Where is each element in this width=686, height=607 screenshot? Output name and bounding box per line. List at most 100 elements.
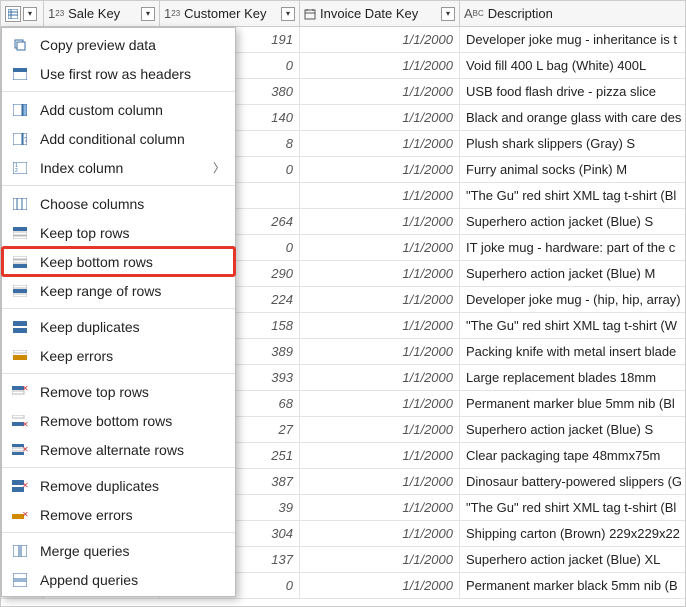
menu-label: Remove duplicates — [40, 478, 159, 494]
cell-description[interactable]: Shipping carton (Brown) 229x229x22 — [460, 521, 685, 546]
menu-index-column[interactable]: 12 Index column 〉 — [2, 153, 235, 182]
cell-description[interactable]: "The Gu" red shirt XML tag t-shirt (W — [460, 313, 685, 338]
menu-remove-duplicates[interactable]: ✕ Remove duplicates — [2, 471, 235, 500]
menu-label: Remove alternate rows — [40, 442, 184, 458]
cell-invoice-date[interactable]: 1/1/2000 — [300, 235, 460, 260]
svg-text:✕: ✕ — [22, 445, 28, 454]
cell-invoice-date[interactable]: 1/1/2000 — [300, 79, 460, 104]
column-header-sale-key[interactable]: 123 Sale Key ▾ — [44, 1, 160, 26]
menu-label: Choose columns — [40, 196, 144, 212]
remove-top-icon: ✕ — [10, 383, 30, 401]
menu-keep-bottom-rows[interactable]: Keep bottom rows — [2, 247, 235, 276]
cell-description[interactable]: Superhero action jacket (Blue) S — [460, 209, 685, 234]
column-header-description[interactable]: ABC Description — [460, 1, 685, 26]
menu-label: Append queries — [40, 572, 138, 588]
menu-use-first-row[interactable]: Use first row as headers — [2, 59, 235, 88]
cell-invoice-date[interactable]: 1/1/2000 — [300, 53, 460, 78]
cell-invoice-date[interactable]: 1/1/2000 — [300, 339, 460, 364]
cell-invoice-date[interactable]: 1/1/2000 — [300, 131, 460, 156]
cell-invoice-date[interactable]: 1/1/2000 — [300, 391, 460, 416]
conditional-column-icon: ? — [10, 130, 30, 148]
cell-invoice-date[interactable]: 1/1/2000 — [300, 417, 460, 442]
svg-text:✕: ✕ — [22, 481, 28, 490]
menu-label: Use first row as headers — [40, 66, 191, 82]
cell-invoice-date[interactable]: 1/1/2000 — [300, 261, 460, 286]
cell-description[interactable]: IT joke mug - hardware: part of the c — [460, 235, 685, 260]
menu-copy-preview[interactable]: Copy preview data — [2, 30, 235, 59]
svg-text:✕: ✕ — [22, 420, 28, 427]
menu-separator — [2, 467, 235, 468]
menu-separator — [2, 91, 235, 92]
cell-description[interactable]: Developer joke mug - inheritance is t — [460, 27, 685, 52]
cell-description[interactable]: USB food flash drive - pizza slice — [460, 79, 685, 104]
chevron-down-icon[interactable]: ▾ — [23, 7, 37, 21]
menu-label: Merge queries — [40, 543, 130, 559]
menu-label: Keep top rows — [40, 225, 130, 241]
table-context-menu: Copy preview data Use first row as heade… — [1, 27, 236, 597]
cell-description[interactable]: Clear packaging tape 48mmx75m — [460, 443, 685, 468]
cell-description[interactable]: Black and orange glass with care des — [460, 105, 685, 130]
menu-keep-errors[interactable]: Keep errors — [2, 341, 235, 370]
cell-invoice-date[interactable]: 1/1/2000 — [300, 573, 460, 598]
menu-remove-bottom-rows[interactable]: ✕ Remove bottom rows — [2, 406, 235, 435]
column-header-invoice-date[interactable]: Invoice Date Key ▾ — [300, 1, 460, 26]
cell-description[interactable]: "The Gu" red shirt XML tag t-shirt (Bl — [460, 495, 685, 520]
menu-append-queries[interactable]: Append queries — [2, 565, 235, 594]
menu-add-custom-column[interactable]: Add custom column — [2, 95, 235, 124]
cell-description[interactable]: Furry animal socks (Pink) M — [460, 157, 685, 182]
menu-merge-queries[interactable]: Merge queries — [2, 536, 235, 565]
cell-description[interactable]: Large replacement blades 18mm — [460, 365, 685, 390]
cell-description[interactable]: Dinosaur battery-powered slippers (G — [460, 469, 685, 494]
menu-keep-range-rows[interactable]: Keep range of rows — [2, 276, 235, 305]
menu-label: Copy preview data — [40, 37, 156, 53]
add-column-icon — [10, 101, 30, 119]
cell-invoice-date[interactable]: 1/1/2000 — [300, 27, 460, 52]
date-type-icon — [304, 8, 316, 20]
cell-description[interactable]: Permanent marker black 5mm nib (B — [460, 573, 685, 598]
text-type-icon: ABC — [464, 6, 484, 21]
chevron-down-icon[interactable]: ▾ — [141, 7, 155, 21]
cell-invoice-date[interactable]: 1/1/2000 — [300, 365, 460, 390]
remove-duplicates-icon: ✕ — [10, 477, 30, 495]
number-type-icon: 123 — [48, 6, 64, 21]
cell-invoice-date[interactable]: 1/1/2000 — [300, 521, 460, 546]
svg-text:?: ? — [24, 137, 27, 144]
svg-text:2: 2 — [15, 168, 18, 174]
cell-description[interactable]: Plush shark slippers (Gray) S — [460, 131, 685, 156]
cell-description[interactable]: Superhero action jacket (Blue) S — [460, 417, 685, 442]
cell-description[interactable]: Permanent marker blue 5mm nib (Bl — [460, 391, 685, 416]
keep-top-icon — [10, 224, 30, 242]
column-header-customer-key[interactable]: 123 Customer Key ▾ — [160, 1, 300, 26]
chevron-down-icon[interactable]: ▾ — [441, 7, 455, 21]
cell-invoice-date[interactable]: 1/1/2000 — [300, 495, 460, 520]
cell-invoice-date[interactable]: 1/1/2000 — [300, 547, 460, 572]
chevron-down-icon[interactable]: ▾ — [281, 7, 295, 21]
menu-remove-top-rows[interactable]: ✕ Remove top rows — [2, 377, 235, 406]
cell-invoice-date[interactable]: 1/1/2000 — [300, 287, 460, 312]
menu-keep-top-rows[interactable]: Keep top rows — [2, 218, 235, 247]
cell-description[interactable]: Superhero action jacket (Blue) M — [460, 261, 685, 286]
cell-description[interactable]: Superhero action jacket (Blue) XL — [460, 547, 685, 572]
column-label: Invoice Date Key — [320, 6, 418, 21]
cell-description[interactable]: "The Gu" red shirt XML tag t-shirt (Bl — [460, 183, 685, 208]
menu-remove-alternate-rows[interactable]: ✕ Remove alternate rows — [2, 435, 235, 464]
cell-invoice-date[interactable]: 1/1/2000 — [300, 313, 460, 338]
cell-invoice-date[interactable]: 1/1/2000 — [300, 183, 460, 208]
table-icon — [5, 6, 21, 22]
column-label: Sale Key — [68, 6, 120, 21]
merge-icon — [10, 542, 30, 560]
cell-invoice-date[interactable]: 1/1/2000 — [300, 469, 460, 494]
cell-invoice-date[interactable]: 1/1/2000 — [300, 443, 460, 468]
cell-invoice-date[interactable]: 1/1/2000 — [300, 209, 460, 234]
menu-keep-duplicates[interactable]: Keep duplicates — [2, 312, 235, 341]
cell-description[interactable]: Developer joke mug - (hip, hip, array) — [460, 287, 685, 312]
menu-choose-columns[interactable]: Choose columns — [2, 189, 235, 218]
keep-errors-icon — [10, 347, 30, 365]
cell-invoice-date[interactable]: 1/1/2000 — [300, 157, 460, 182]
table-corner[interactable]: ▾ — [1, 1, 44, 26]
menu-add-conditional-column[interactable]: ? Add conditional column — [2, 124, 235, 153]
cell-description[interactable]: Packing knife with metal insert blade — [460, 339, 685, 364]
cell-invoice-date[interactable]: 1/1/2000 — [300, 105, 460, 130]
menu-remove-errors[interactable]: ✕ Remove errors — [2, 500, 235, 529]
cell-description[interactable]: Void fill 400 L bag (White) 400L — [460, 53, 685, 78]
